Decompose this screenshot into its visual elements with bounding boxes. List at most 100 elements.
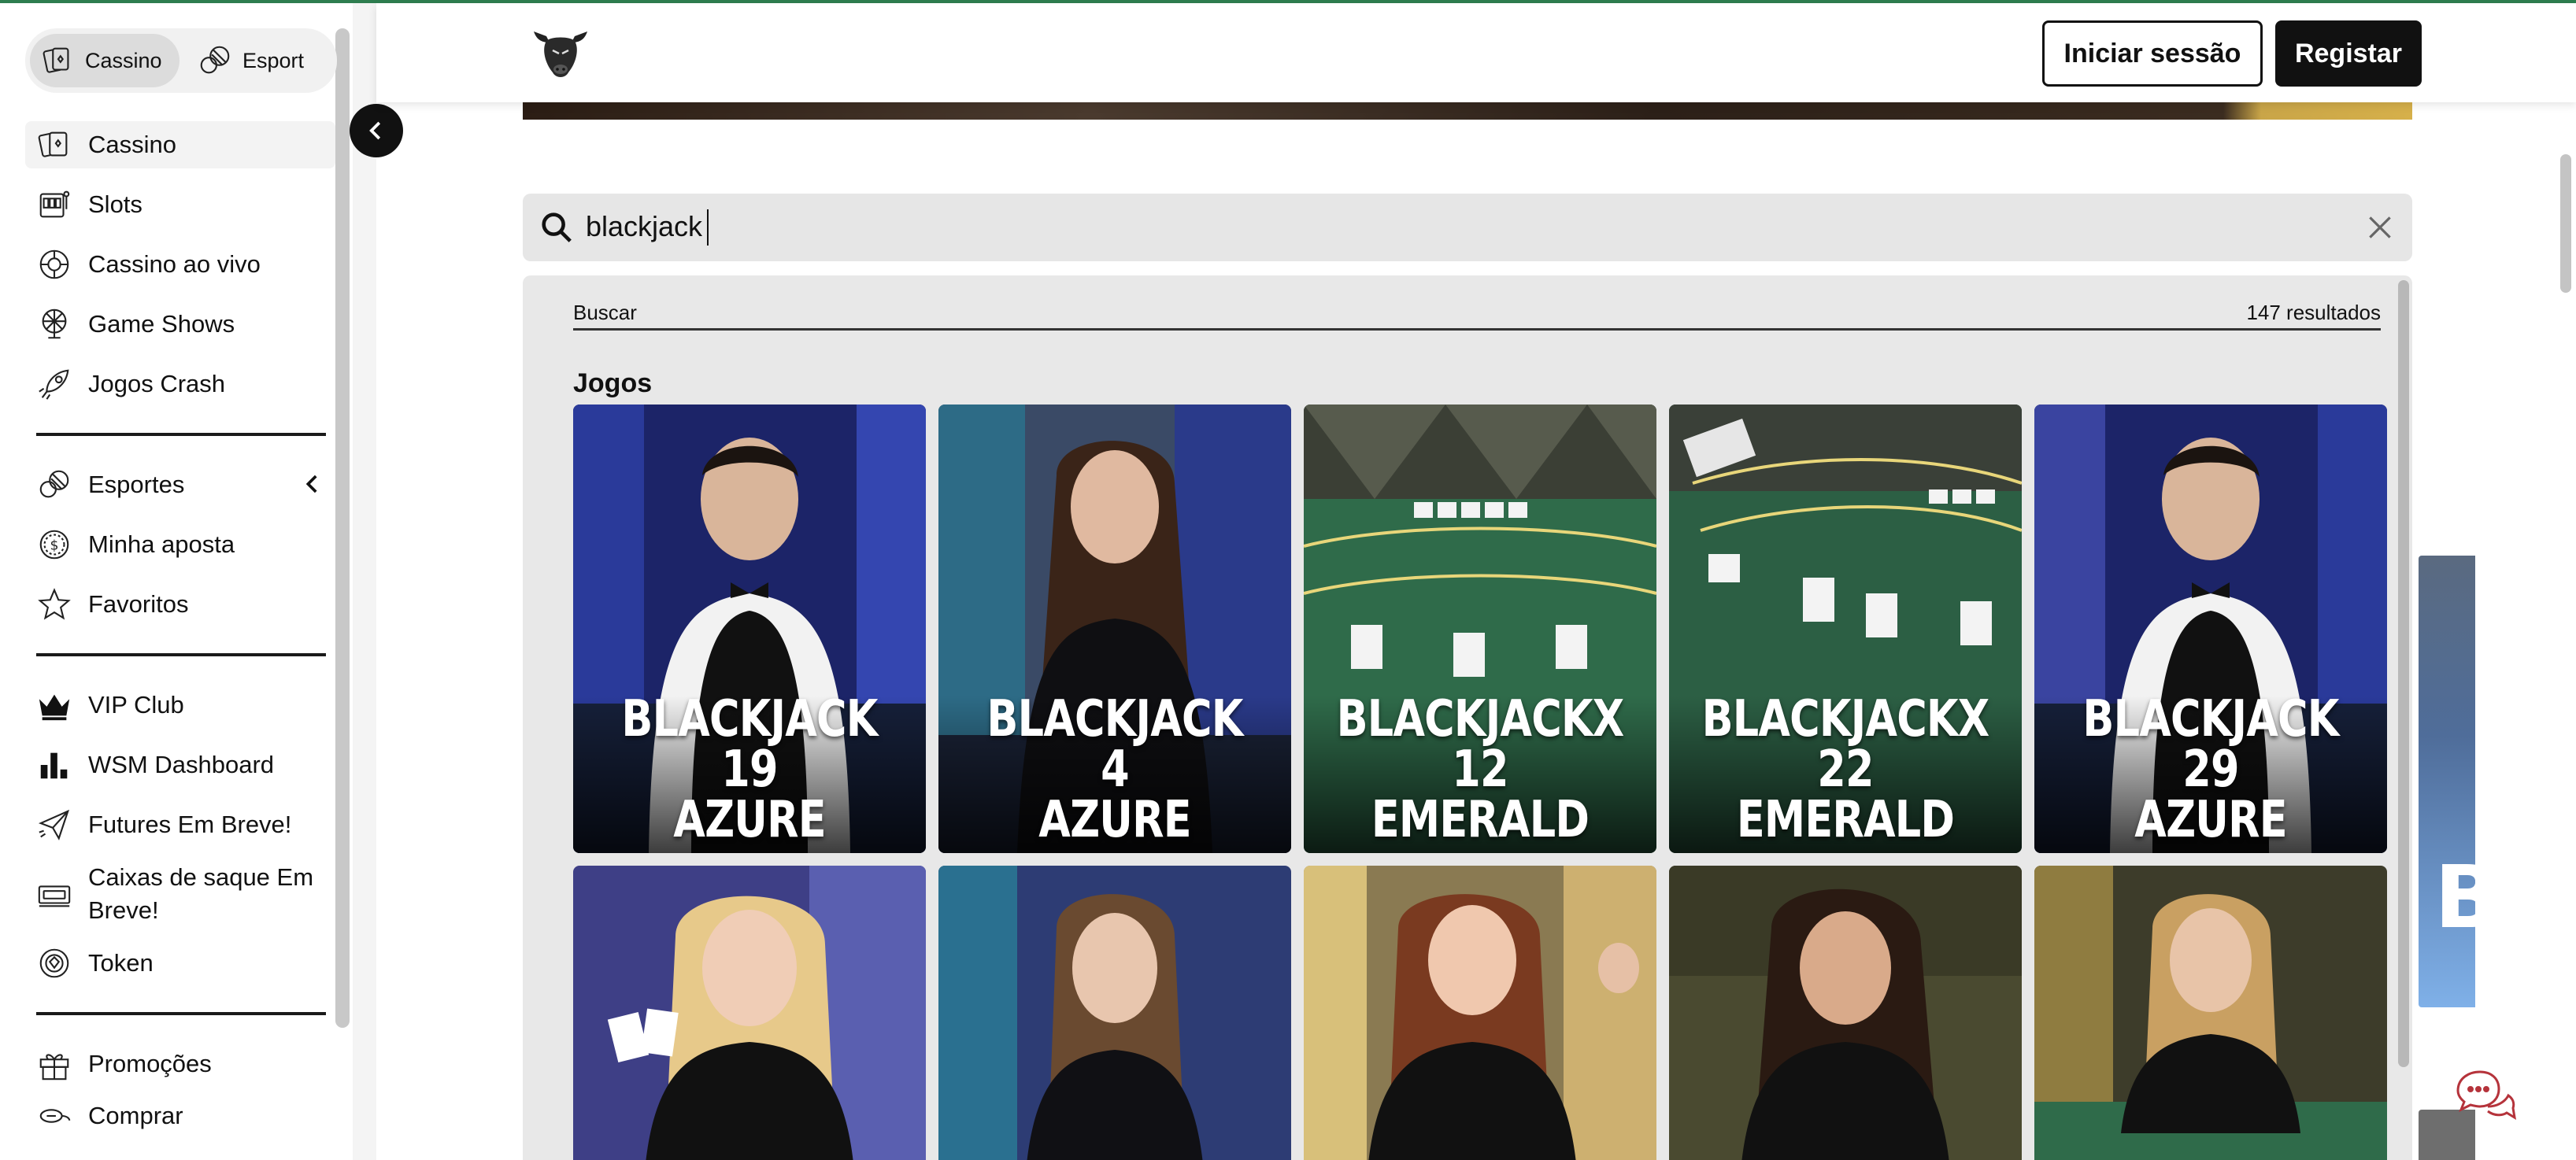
sidebar-scrollbar[interactable] xyxy=(335,28,350,1028)
sports-balls-icon xyxy=(200,46,230,74)
sidebar-item-label: Promoções xyxy=(88,1050,212,1077)
sidebar-item-label: Minha aposta xyxy=(88,530,235,558)
game-card[interactable]: BLACKJACK 19 AZURE xyxy=(573,405,926,853)
product-switcher: Cassino Esport xyxy=(25,28,337,93)
sidebar-item-label: Game Shows xyxy=(88,310,235,338)
game-card[interactable]: BLACKJACKX 22 EMERALD xyxy=(1669,405,2022,853)
game-title: BLACKJACK 4 AZURE xyxy=(986,690,1243,849)
sidebar-item-promocoes[interactable]: Promoções xyxy=(25,1040,335,1088)
sidebar-item-wsm-dashboard[interactable]: WSM Dashboard xyxy=(25,741,335,789)
sidebar-item-comprar[interactable]: Comprar xyxy=(25,1092,335,1140)
sidebar-item-label: Favoritos xyxy=(88,590,189,618)
sports-balls-icon xyxy=(35,465,74,504)
sidebar-item-label: Cassino xyxy=(88,131,176,158)
game-card[interactable] xyxy=(1304,866,1656,1160)
sidebar-item-caixas-de-saque[interactable]: Caixas de saque Em Breve! xyxy=(25,858,335,930)
paper-plane-icon xyxy=(35,805,74,844)
sidebar-item-label: Caixas de saque Em Breve! xyxy=(88,863,314,924)
sidebar-item-vip-club[interactable]: VIP Club xyxy=(25,682,335,729)
search-results-panel: Buscar 147 resultados Jogos BLACKJACK 19… xyxy=(523,275,2412,1160)
chevron-left-icon[interactable] xyxy=(299,471,326,497)
sidebar-item-label: Slots xyxy=(88,190,142,218)
game-card[interactable] xyxy=(2034,866,2387,1160)
game-card[interactable]: BLACKJACK 4 AZURE xyxy=(938,405,1291,853)
playing-cards-icon xyxy=(35,125,74,164)
svg-text:$: $ xyxy=(50,538,59,554)
playing-cards-icon xyxy=(43,47,69,73)
section-title-games: Jogos xyxy=(573,368,653,398)
sidebar-divider xyxy=(36,653,326,656)
gift-icon xyxy=(35,1044,74,1084)
search-icon xyxy=(542,212,572,242)
sidebar-gutter xyxy=(353,3,376,1160)
chat-support-icon[interactable] xyxy=(2453,1067,2516,1124)
sidebar-item-minha-aposta[interactable]: $ Minha aposta xyxy=(25,521,335,568)
sidebar-item-esportes[interactable]: Esportes xyxy=(25,461,335,508)
search-tab-label[interactable]: Buscar xyxy=(573,301,637,325)
roulette-icon xyxy=(35,245,74,284)
game-title: BLACKJACKX 12 EMERALD xyxy=(1336,690,1625,849)
side-promo-text: B xyxy=(2434,847,2475,948)
rocket-icon xyxy=(35,364,74,404)
bar-chart-icon xyxy=(35,745,74,785)
slot-machine-icon xyxy=(35,185,74,224)
search-input[interactable] xyxy=(586,203,2318,250)
prize-wheel-icon xyxy=(35,305,74,344)
game-thumbnail xyxy=(2034,866,2387,1160)
buy-coins-icon xyxy=(35,1096,74,1136)
game-card[interactable]: BLACKJACK 29 AZURE xyxy=(2034,405,2387,853)
game-thumbnail xyxy=(1669,866,2022,1160)
sidebar-divider xyxy=(36,433,326,436)
sidebar-item-label: Futures Em Breve! xyxy=(88,811,292,838)
game-card[interactable] xyxy=(938,866,1291,1160)
sidebar-item-cassino-ao-vivo[interactable]: Cassino ao vivo xyxy=(25,241,335,288)
game-title: BLACKJACK 19 AZURE xyxy=(621,690,878,849)
sidebar-item-label: Jogos Crash xyxy=(88,370,226,397)
sidebar-item-favoritos[interactable]: Favoritos xyxy=(25,581,335,628)
sidebar-item-cassino[interactable]: Cassino xyxy=(25,121,335,168)
sidebar-item-label: WSM Dashboard xyxy=(88,751,275,778)
game-thumbnail xyxy=(938,866,1291,1160)
results-count: 147 resultados xyxy=(2246,301,2381,324)
login-button[interactable]: Iniciar sessão xyxy=(2042,20,2263,87)
side-promo-banner[interactable]: B xyxy=(2419,556,2475,1007)
register-button[interactable]: Registar xyxy=(2275,20,2422,87)
switch-casino-button[interactable]: Cassino xyxy=(30,34,180,87)
game-thumbnail xyxy=(573,866,926,1160)
sidebar-item-label: Esportes xyxy=(88,471,185,498)
bull-logo-icon[interactable] xyxy=(529,24,592,83)
sidebar-item-label: Cassino ao vivo xyxy=(88,250,261,278)
results-header: Buscar 147 resultados xyxy=(573,299,2381,331)
page-scrollbar[interactable] xyxy=(2560,154,2571,293)
results-scrollbar[interactable] xyxy=(2398,280,2409,1067)
chevron-left-icon xyxy=(369,121,381,140)
switch-casino-label: Cassino xyxy=(85,48,162,72)
sidebar-item-game-shows[interactable]: Game Shows xyxy=(25,301,335,348)
star-icon xyxy=(35,585,74,624)
search-bar xyxy=(523,194,2412,261)
cash-register-icon xyxy=(35,874,74,914)
sidebar-divider xyxy=(36,1012,326,1015)
game-title: BLACKJACKX 22 EMERALD xyxy=(1701,690,1990,849)
text-caret xyxy=(707,209,709,246)
game-thumbnail xyxy=(1304,866,1656,1160)
sidebar-item-slots[interactable]: Slots xyxy=(25,181,335,228)
switch-esport-label: Esport xyxy=(242,48,305,72)
sidebar-item-jogos-crash[interactable]: Jogos Crash xyxy=(25,360,335,408)
token-coin-icon xyxy=(35,944,74,983)
sidebar-item-label: VIP Club xyxy=(88,691,184,719)
close-icon[interactable] xyxy=(2365,212,2395,242)
game-card[interactable] xyxy=(1669,866,2022,1160)
sidebar-collapse-button[interactable] xyxy=(350,104,403,157)
sidebar-item-futures[interactable]: Futures Em Breve! xyxy=(25,801,335,848)
game-title: BLACKJACK 29 AZURE xyxy=(2082,690,2339,849)
switch-esport-button[interactable]: Esport xyxy=(187,34,318,87)
hero-banner[interactable] xyxy=(523,102,2412,120)
game-card[interactable]: BLACKJACKX 12 EMERALD xyxy=(1304,405,1656,853)
top-header: Iniciar sessão Registar xyxy=(376,3,2576,102)
sidebar-item-label: Token xyxy=(88,949,154,977)
sidebar-item-token[interactable]: Token xyxy=(25,940,335,987)
sidebar-item-label: Comprar xyxy=(88,1102,183,1129)
game-card[interactable] xyxy=(573,866,926,1160)
crown-icon xyxy=(35,685,74,725)
